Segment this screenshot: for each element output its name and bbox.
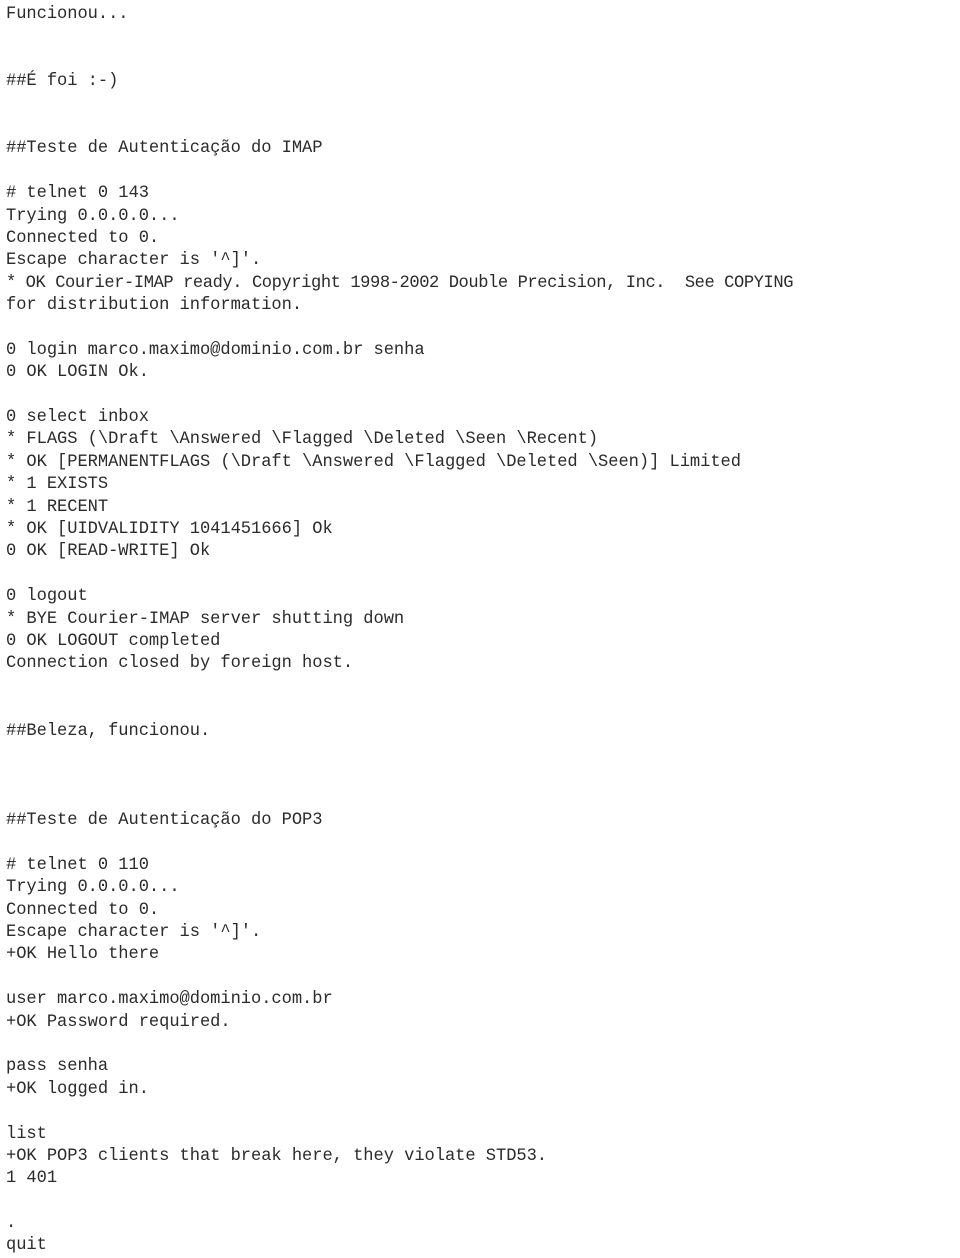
transcript-line: * FLAGS (\Draft \Answered \Flagged \Dele…: [6, 430, 599, 450]
transcript-body: Funcionou... ##É foi :-) ##Teste de Autent…: [6, 4, 960, 1258]
transcript-blank-line: [6, 26, 960, 48]
transcript-line: +OK Password required.: [6, 1012, 231, 1032]
transcript-line: +OK Hello there: [6, 945, 160, 965]
transcript-line: * OK Courier-IMAP ready. Copyright 1998-…: [6, 273, 794, 293]
transcript-line: quit: [6, 1236, 47, 1256]
transcript-line: pass senha: [6, 1057, 109, 1077]
transcript-line: 1 401: [6, 1169, 58, 1189]
transcript-line: for distribution information.: [6, 296, 303, 316]
transcript-line: * OK [UIDVALIDITY 1041451666] Ok: [6, 519, 333, 539]
transcript-blank-line: [6, 765, 960, 787]
transcript-line: * OK [PERMANENTFLAGS (\Draft \Answered \…: [6, 452, 741, 472]
transcript-line: Connection closed by foreign host.: [6, 654, 354, 674]
transcript-line: ##É foi :-): [6, 72, 119, 92]
transcript-line: ##Teste de Autenticação do POP3: [6, 811, 323, 831]
transcript-blank-line: [6, 317, 960, 339]
transcript-line: # telnet 0 110: [6, 855, 149, 875]
transcript-line: +OK POP3 clients that break here, they v…: [6, 1146, 548, 1166]
transcript-line: 0 OK LOGOUT completed: [6, 631, 221, 651]
transcript-line: ##Teste de Autenticação do IMAP: [6, 139, 323, 159]
transcript-line: user marco.maximo@dominio.com.br: [6, 990, 333, 1010]
transcript-line: * 1 EXISTS: [6, 475, 109, 495]
transcript-blank-line: [6, 1101, 960, 1123]
transcript-line: * 1 RECENT: [6, 497, 109, 517]
transcript-line: Connected to 0.: [6, 228, 160, 248]
transcript-blank-line: [6, 698, 960, 720]
transcript-blank-line: [6, 743, 960, 765]
transcript-blank-line: [6, 564, 960, 586]
transcript-blank-line: [6, 676, 960, 698]
transcript-line: 0 OK [READ-WRITE] Ok: [6, 542, 211, 562]
transcript-line: # telnet 0 143: [6, 184, 149, 204]
transcript-blank-line: [6, 832, 960, 854]
transcript-blank-line: [6, 385, 960, 407]
transcript-blank-line: [6, 116, 960, 138]
transcript-line: Connected to 0.: [6, 900, 160, 920]
transcript-blank-line: [6, 1034, 960, 1056]
transcript-blank-line: [6, 1191, 960, 1213]
transcript-line: 0 OK LOGIN Ok.: [6, 363, 149, 383]
transcript-line: * BYE Courier-IMAP server shutting down: [6, 609, 405, 629]
transcript-blank-line: [6, 788, 960, 810]
transcript-blank-line: [6, 49, 960, 71]
transcript-line: 0 select inbox: [6, 408, 149, 428]
transcript-line: +OK logged in.: [6, 1079, 149, 1099]
transcript-line: Escape character is '^]'.: [6, 251, 262, 271]
transcript-line: .: [6, 1214, 17, 1234]
transcript-line: 0 login marco.maximo@dominio.com.br senh…: [6, 340, 425, 360]
transcript-line: Funcionou...: [6, 5, 129, 24]
transcript-blank-line: [6, 967, 960, 989]
transcript-line: list: [6, 1124, 47, 1144]
transcript-line: Escape character is '^]'.: [6, 923, 262, 943]
transcript-line: ##Beleza, funcionou.: [6, 721, 211, 741]
transcript-line: 0 logout: [6, 587, 88, 607]
transcript-line: Trying 0.0.0.0...: [6, 206, 180, 226]
transcript-blank-line: [6, 94, 960, 116]
transcript-blank-line: [6, 161, 960, 183]
document-page: Funcionou... ##É foi :-) ##Teste de Autent…: [0, 0, 960, 1258]
transcript-line: Trying 0.0.0.0...: [6, 878, 180, 898]
